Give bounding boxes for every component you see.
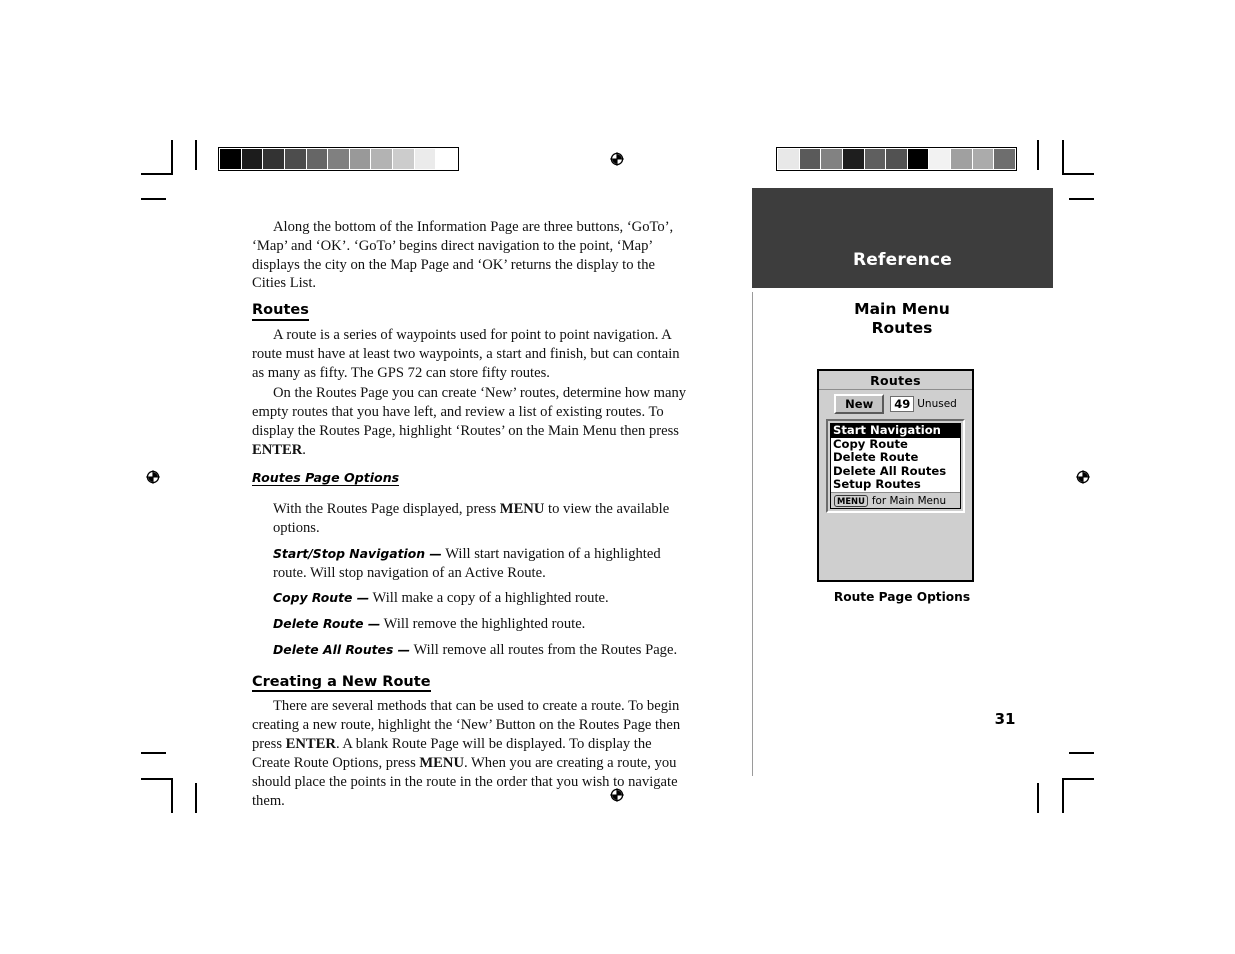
gps-top-row: New 49 Unused <box>819 390 972 418</box>
main-text-column: Along the bottom of the Information Page… <box>252 218 688 812</box>
crop-mark-bottom-right-corner-vertical <box>1062 778 1064 813</box>
color-calibration-strip-left <box>218 147 459 171</box>
crop-mark-top-left-tick <box>195 140 197 170</box>
gps-menu-item-delete-all-routes[interactable]: Delete All Routes <box>831 464 960 479</box>
crop-mark-bottom-left-corner-horizontal <box>141 778 173 780</box>
crop-mark-bottom-left-corner-vertical <box>171 778 173 813</box>
calibration-swatch <box>371 149 393 169</box>
gps-unused-field: 49 Unused <box>890 396 957 412</box>
crop-mark-top-left-corner-vertical <box>171 140 173 175</box>
gps-menu-item-setup-routes[interactable]: Setup Routes <box>831 478 960 492</box>
gps-options-menu: Start Navigation Copy Route Delete Route… <box>826 419 965 513</box>
calibration-swatch <box>241 149 263 169</box>
calibration-swatch <box>799 149 821 169</box>
option-term: Delete Route — <box>273 616 381 632</box>
routes-p2-text-b: . <box>302 441 306 458</box>
creating-paragraph: There are several methods that can be us… <box>252 697 688 810</box>
calibration-swatch <box>220 149 241 169</box>
option-entry: Delete Route — Will remove the highlight… <box>252 615 688 634</box>
option-desc: Will make a copy of a highlighted route. <box>372 590 609 607</box>
reference-section-header: Reference <box>752 188 1053 288</box>
calibration-swatch <box>907 149 929 169</box>
gps-screen-title: Routes <box>819 371 972 390</box>
intro-paragraph: Along the bottom of the Information Page… <box>252 219 674 292</box>
calibration-swatch <box>994 149 1016 169</box>
crop-mark-top-right-corner-horizontal <box>1062 173 1094 175</box>
routes-paragraph-2: On the Routes Page you can create ‘New’ … <box>252 384 688 459</box>
menu-key-label: MENU <box>419 754 464 771</box>
crop-mark-top-left-horizontal <box>141 198 166 200</box>
calibration-swatch <box>328 149 349 169</box>
gps-menu-footer-label: for Main Menu <box>871 494 947 507</box>
gps-unused-count: 49 <box>890 396 915 412</box>
calibration-swatch <box>864 149 886 169</box>
gps-menu-footer: MENU for Main Menu <box>831 491 960 508</box>
enter-key-label: ENTER <box>252 441 303 458</box>
routes-p2-text-a: On the Routes Page you can create ‘New’ … <box>252 385 687 439</box>
creating-new-route-heading: Creating a New Route <box>252 674 431 693</box>
sidebar-divider <box>752 292 753 776</box>
creating-heading-wrap: Creating a New Route <box>252 667 688 698</box>
calibration-swatch <box>306 149 328 169</box>
calibration-swatch <box>393 149 414 169</box>
option-entry: Start/Stop Navigation — Will start navig… <box>252 545 688 583</box>
gps-menu-item-delete-route[interactable]: Delete Route <box>831 451 960 465</box>
crop-mark-bottom-right-tick <box>1037 783 1039 813</box>
registration-mark-right-center <box>1074 468 1092 486</box>
calibration-swatch <box>972 149 994 169</box>
calibration-swatch <box>414 149 436 169</box>
figure-caption: Route Page Options <box>833 590 971 604</box>
routes-heading: Routes <box>252 302 309 321</box>
enter-key-label: ENTER <box>285 736 336 753</box>
crop-mark-bottom-left-tick <box>195 783 197 813</box>
calibration-swatch <box>929 149 951 169</box>
routes-page-options-heading: Routes Page Options <box>252 469 400 487</box>
menu-key-label: MENU <box>499 501 545 518</box>
calibration-swatch <box>349 149 371 169</box>
option-desc: Will remove all routes from the Routes P… <box>413 641 678 658</box>
registration-mark-top-center <box>608 150 626 168</box>
calibration-swatch <box>436 149 458 169</box>
gps-menu-item-start-navigation[interactable]: Start Navigation <box>831 423 960 438</box>
gps-menu-item-copy-route[interactable]: Copy Route <box>831 437 960 452</box>
crop-mark-top-right-horizontal <box>1069 198 1094 200</box>
gps-unused-label: Unused <box>917 398 957 410</box>
gps-menu-key-badge: MENU <box>834 494 868 507</box>
sidebar-title: Main Menu Routes <box>762 300 1042 338</box>
routes-heading-wrap: Routes <box>252 295 688 326</box>
color-calibration-strip-right <box>776 147 1017 171</box>
calibration-swatch <box>842 149 864 169</box>
option-desc: Will remove the highlighted route. <box>383 616 586 633</box>
option-entry: Delete All Routes — Will remove all rout… <box>252 641 688 660</box>
calibration-swatch <box>263 149 284 169</box>
crop-mark-top-right-tick <box>1037 140 1039 170</box>
calibration-swatch <box>821 149 842 169</box>
options-intro-a: With the Routes Page displayed, press <box>273 501 500 518</box>
option-term: Delete All Routes — <box>273 641 411 657</box>
options-intro: With the Routes Page displayed, press ME… <box>252 500 688 538</box>
crop-mark-bottom-left-horizontal <box>141 752 166 754</box>
gps-device-screenshot: Routes New 49 Unused Start Navigation Co… <box>817 369 974 582</box>
gps-options-menu-inner: Start Navigation Copy Route Delete Route… <box>830 423 961 509</box>
calibration-swatch <box>886 149 907 169</box>
reference-header-label: Reference <box>853 250 952 270</box>
calibration-swatch <box>778 149 799 169</box>
option-term: Copy Route — <box>273 590 370 606</box>
calibration-swatch <box>284 149 306 169</box>
routes-paragraph-1: A route is a series of waypoints used fo… <box>252 326 680 381</box>
options-block: With the Routes Page displayed, press ME… <box>252 500 688 660</box>
crop-mark-top-right-corner-vertical <box>1062 140 1064 175</box>
crop-mark-top-left-corner-horizontal <box>141 173 173 175</box>
options-heading-wrap: Routes Page Options <box>252 462 688 492</box>
registration-mark-left-center <box>144 468 162 486</box>
sidebar-title-line-1: Main Menu <box>854 300 950 318</box>
page-number: 31 <box>994 710 1016 728</box>
calibration-swatch <box>951 149 972 169</box>
sidebar-title-line-2: Routes <box>871 319 933 338</box>
gps-new-button[interactable]: New <box>834 394 885 414</box>
option-term: Start/Stop Navigation — <box>273 545 442 561</box>
option-entry: Copy Route — Will make a copy of a highl… <box>252 589 688 608</box>
crop-mark-bottom-right-corner-horizontal <box>1062 778 1094 780</box>
crop-mark-bottom-right-horizontal <box>1069 752 1094 754</box>
